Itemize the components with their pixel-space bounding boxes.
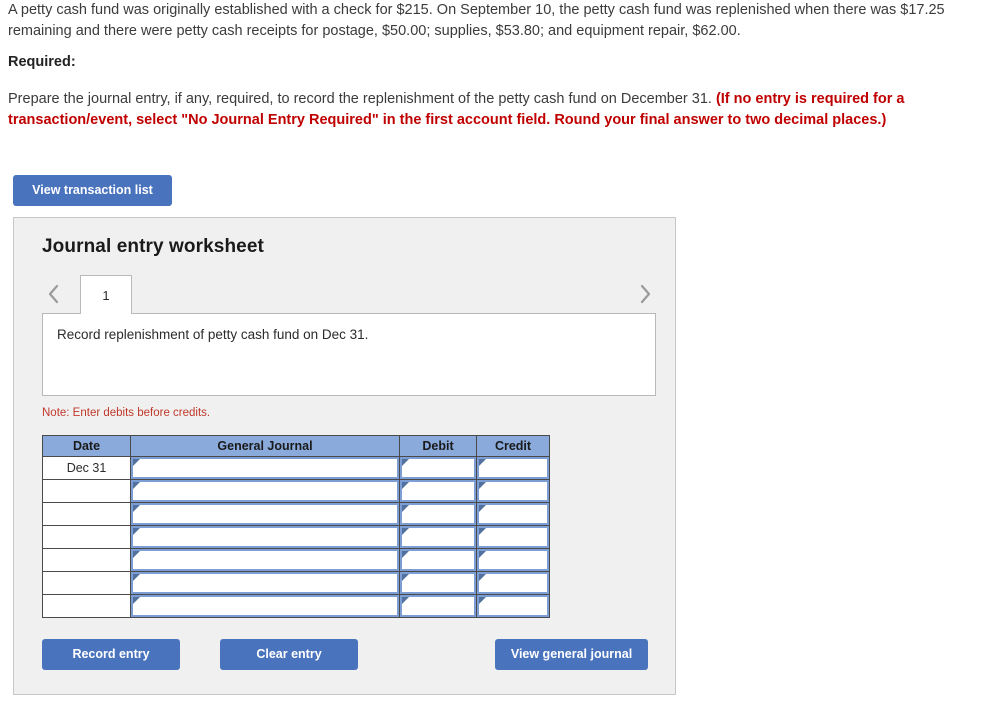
general-journal-input[interactable] (131, 480, 399, 502)
cell-debit[interactable] (399, 502, 477, 526)
table-row (42, 502, 550, 526)
worksheet-page: A petty cash fund was originally establi… (0, 0, 984, 703)
debit-input[interactable] (400, 595, 476, 617)
cell-date[interactable]: Dec 31 (42, 456, 131, 480)
cell-debit[interactable] (399, 571, 477, 595)
chevron-left-icon[interactable] (42, 281, 64, 307)
general-journal-input[interactable] (131, 549, 399, 571)
transaction-description-box: Record replenishment of petty cash fund … (42, 313, 656, 396)
problem-statement: A petty cash fund was originally establi… (8, 2, 945, 39)
required-instructions-lead: Prepare the journal entry, if any, requi… (8, 91, 716, 107)
cell-general-journal[interactable] (130, 502, 400, 526)
credit-input[interactable] (477, 526, 549, 548)
table-row: Dec 31 (42, 456, 550, 480)
worksheet-tab-1-label: 1 (102, 287, 110, 303)
cell-credit[interactable] (476, 571, 550, 595)
required-instructions: Prepare the journal entry, if any, requi… (8, 89, 956, 131)
journal-entry-worksheet-panel: Journal entry worksheet 1 Record repleni… (13, 217, 676, 695)
cell-debit[interactable] (399, 594, 477, 618)
table-row (42, 571, 550, 595)
general-journal-input[interactable] (131, 503, 399, 525)
cell-general-journal[interactable] (130, 594, 400, 618)
credit-input[interactable] (477, 457, 549, 479)
debit-input[interactable] (400, 549, 476, 571)
debit-input[interactable] (400, 572, 476, 594)
credit-input[interactable] (477, 480, 549, 502)
cell-date[interactable] (42, 594, 131, 618)
debit-input[interactable] (400, 457, 476, 479)
cell-credit[interactable] (476, 479, 550, 503)
cell-credit[interactable] (476, 525, 550, 549)
cell-date[interactable] (42, 571, 131, 595)
panel-title: Journal entry worksheet (42, 236, 264, 257)
table-row (42, 548, 550, 572)
cell-general-journal[interactable] (130, 456, 400, 480)
general-journal-input[interactable] (131, 457, 399, 479)
table-header-row: Date General Journal Debit Credit (42, 435, 550, 457)
record-entry-button[interactable]: Record entry (42, 639, 180, 670)
view-transaction-list-button[interactable]: View transaction list (13, 175, 172, 206)
cell-debit[interactable] (399, 548, 477, 572)
clear-entry-button[interactable]: Clear entry (220, 639, 358, 670)
cell-date[interactable] (42, 502, 131, 526)
general-journal-input[interactable] (131, 572, 399, 594)
cell-general-journal[interactable] (130, 525, 400, 549)
credit-input[interactable] (477, 503, 549, 525)
column-header-date: Date (42, 435, 131, 457)
general-journal-input[interactable] (131, 526, 399, 548)
cell-credit[interactable] (476, 502, 550, 526)
cell-debit[interactable] (399, 456, 477, 480)
journal-entry-table: Date General Journal Debit Credit Dec 31 (42, 435, 550, 618)
table-row (42, 525, 550, 549)
cell-date[interactable] (42, 548, 131, 572)
debits-before-credits-note: Note: Enter debits before credits. (42, 407, 211, 419)
credit-input[interactable] (477, 549, 549, 571)
required-label: Required: (8, 54, 76, 70)
credit-input[interactable] (477, 572, 549, 594)
table-row (42, 594, 550, 618)
cell-debit[interactable] (399, 479, 477, 503)
debit-input[interactable] (400, 503, 476, 525)
transaction-description-text: Record replenishment of petty cash fund … (57, 327, 369, 342)
chevron-right-icon[interactable] (634, 281, 656, 307)
cell-date[interactable] (42, 479, 131, 503)
tab-strip: 1 (42, 275, 656, 314)
view-general-journal-button[interactable]: View general journal (495, 639, 648, 670)
column-header-debit: Debit (399, 435, 477, 457)
cell-debit[interactable] (399, 525, 477, 549)
debit-input[interactable] (400, 526, 476, 548)
cell-general-journal[interactable] (130, 548, 400, 572)
column-header-credit: Credit (476, 435, 550, 457)
table-row (42, 479, 550, 503)
cell-credit[interactable] (476, 456, 550, 480)
cell-date[interactable] (42, 525, 131, 549)
worksheet-tab-1[interactable]: 1 (80, 275, 132, 314)
column-header-general-journal: General Journal (130, 435, 400, 457)
cell-credit[interactable] (476, 594, 550, 618)
cell-general-journal[interactable] (130, 479, 400, 503)
cell-credit[interactable] (476, 548, 550, 572)
general-journal-input[interactable] (131, 595, 399, 617)
cell-general-journal[interactable] (130, 571, 400, 595)
credit-input[interactable] (477, 595, 549, 617)
debit-input[interactable] (400, 480, 476, 502)
